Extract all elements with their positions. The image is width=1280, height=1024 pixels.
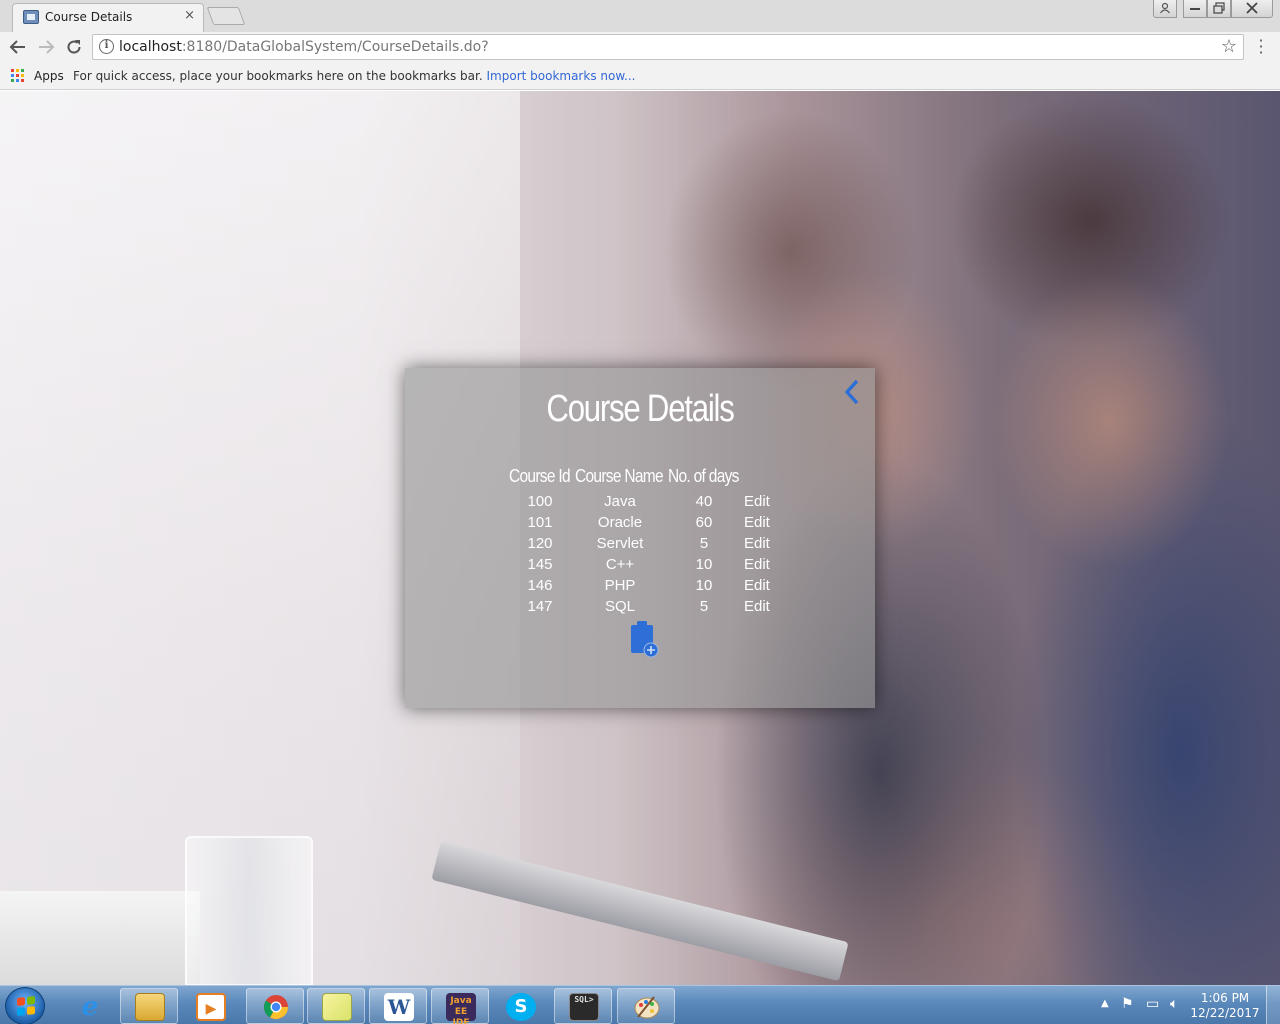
profile-button[interactable]: [1153, 0, 1177, 18]
windows-taskbar: e ▶ W Java EE IDE S SQL> ▲ ⚑ ▭ 🔈︎ 1:06 P…: [0, 985, 1280, 1024]
cell-course-id: 145: [527, 556, 553, 573]
forward-arrow-icon: [39, 40, 55, 54]
page-favicon-icon: [23, 10, 39, 24]
minimize-button[interactable]: [1183, 0, 1207, 18]
browser-titlebar: Course Details ×: [0, 0, 1280, 32]
close-window-button[interactable]: [1231, 0, 1273, 18]
cell-course-id: 100: [527, 493, 553, 510]
cell-days: 40: [695, 493, 713, 510]
cell-days: 5: [699, 535, 709, 552]
cell-days: 10: [695, 556, 713, 573]
taskbar-skype[interactable]: S: [491, 988, 549, 1024]
import-bookmarks-link[interactable]: Import bookmarks now...: [487, 69, 636, 83]
background-laptop: [0, 891, 200, 985]
restore-icon: [1213, 2, 1225, 14]
cell-course-id: 101: [527, 514, 553, 531]
background-water-glass: [185, 836, 313, 985]
windows-logo-icon: [17, 996, 35, 1016]
cell-course-name: Java: [604, 493, 636, 510]
cell-days: 10: [695, 577, 713, 594]
taskbar-word[interactable]: W: [369, 988, 427, 1024]
bookmark-star-icon[interactable]: ☆: [1221, 36, 1237, 57]
folder-icon: [135, 993, 165, 1021]
apps-grid-icon[interactable]: [11, 69, 24, 82]
action-center-flag-icon[interactable]: ⚑: [1121, 996, 1134, 1012]
cell-days: 60: [695, 514, 713, 531]
browser-tab[interactable]: Course Details ×: [12, 3, 204, 32]
url-text[interactable]: localhost:8180/DataGlobalSystem/CourseDe…: [119, 39, 489, 55]
internet-explorer-icon: e: [81, 992, 99, 1022]
sticky-notes-icon: [322, 993, 352, 1021]
forward-button[interactable]: [35, 36, 57, 58]
minimize-icon: [1190, 8, 1200, 10]
chrome-icon: [264, 995, 288, 1020]
edit-link[interactable]: Edit: [744, 514, 770, 531]
cell-course-name: SQL: [604, 598, 635, 615]
reload-button[interactable]: [63, 36, 85, 58]
paint-palette-icon: [634, 996, 660, 1019]
apps-shortcut[interactable]: Apps: [34, 69, 64, 83]
taskbar-file-explorer[interactable]: [120, 988, 178, 1024]
sql-plus-icon: SQL>: [569, 993, 599, 1021]
edit-link[interactable]: Edit: [744, 556, 770, 573]
taskbar-internet-explorer[interactable]: e: [60, 988, 118, 1024]
show-hidden-icons[interactable]: ▲: [1101, 998, 1109, 1009]
new-tab-button[interactable]: [206, 7, 246, 25]
bookmarks-hint-text: For quick access, place your bookmarks h…: [73, 69, 483, 83]
cell-course-id: 147: [527, 598, 553, 615]
edit-link[interactable]: Edit: [744, 493, 770, 510]
clock-time: 1:06 PM: [1200, 991, 1250, 1005]
edit-link[interactable]: Edit: [744, 577, 770, 594]
taskbar-sticky-notes[interactable]: [307, 988, 365, 1024]
edit-link[interactable]: Edit: [744, 535, 770, 552]
network-icon[interactable]: ▭: [1146, 996, 1159, 1012]
cell-course-id: 146: [527, 577, 553, 594]
profile-icon: [1160, 2, 1170, 14]
word-icon: W: [384, 993, 414, 1021]
bookmarks-hint: For quick access, place your bookmarks h…: [73, 69, 636, 83]
url-path: :8180/DataGlobalSystem/CourseDetails.do?: [181, 39, 489, 55]
back-arrow-icon: [9, 40, 25, 54]
taskbar-media-player[interactable]: ▶: [181, 988, 239, 1024]
cell-course-name: Servlet: [596, 535, 644, 552]
clock-date: 12/22/2017: [1190, 1006, 1260, 1020]
course-details-card: Course Details Course Id Course Name No.…: [405, 368, 875, 708]
media-player-icon: ▶: [196, 993, 226, 1021]
close-icon: [1246, 2, 1258, 14]
volume-icon[interactable]: 🔈︎: [1170, 996, 1178, 1012]
back-button[interactable]: [7, 36, 29, 58]
java-ee-ide-icon: Java EE IDE: [446, 993, 476, 1024]
system-clock[interactable]: 1:06 PM 12/22/2017: [1190, 991, 1260, 1021]
browser-toolbar: i localhost:8180/DataGlobalSystem/Course…: [0, 32, 1280, 62]
restore-button[interactable]: [1207, 0, 1231, 18]
reload-icon: [67, 40, 81, 54]
cell-days: 5: [699, 598, 709, 615]
menu-icon[interactable]: · · ·: [1256, 33, 1266, 61]
edit-link[interactable]: Edit: [744, 598, 770, 615]
info-icon[interactable]: i: [99, 39, 114, 54]
tab-title: Course Details: [45, 10, 133, 24]
start-button[interactable]: [5, 987, 45, 1024]
header-course-id: Course Id: [509, 466, 571, 486]
show-desktop-button[interactable]: [1266, 986, 1280, 1024]
add-course-clipboard-icon[interactable]: [629, 620, 659, 658]
page-background: Course Details Course Id Course Name No.…: [0, 91, 1280, 985]
header-course-name: Course Name: [575, 466, 664, 486]
bookmarks-bar: Apps For quick access, place your bookma…: [0, 62, 1280, 90]
taskbar-chrome[interactable]: [246, 988, 304, 1024]
taskbar-java-ee-ide[interactable]: Java EE IDE: [431, 988, 489, 1024]
address-bar[interactable]: i localhost:8180/DataGlobalSystem/Course…: [92, 34, 1244, 60]
cell-course-id: 120: [527, 535, 553, 552]
cell-course-name: C++: [605, 556, 635, 573]
url-host: localhost: [119, 39, 182, 55]
header-no-of-days: No. of days: [668, 466, 739, 486]
cell-course-name: Oracle: [597, 514, 643, 531]
skype-icon: S: [506, 993, 536, 1021]
tab-close-icon[interactable]: ×: [184, 8, 195, 23]
cell-course-name: PHP: [604, 577, 636, 594]
taskbar-paint[interactable]: [617, 988, 675, 1024]
taskbar-sql-plus[interactable]: SQL>: [554, 988, 612, 1024]
